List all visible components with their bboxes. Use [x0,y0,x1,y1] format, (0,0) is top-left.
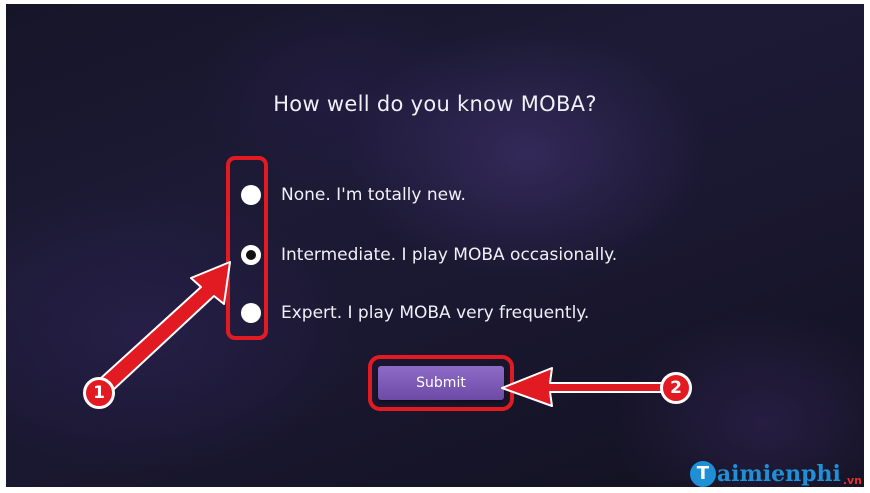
arrow-2 [501,367,665,407]
arrow-1 [100,261,231,391]
step-badge-1: 1 [83,377,115,409]
watermark-text: aimienphi [716,461,841,487]
watermark-suffix: .vn [842,474,862,487]
watermark-t-icon: T [689,461,716,487]
step-badge-2: 2 [660,372,692,404]
annotation-arrows [100,261,665,407]
watermark-logo: T aimienphi .vn [689,461,862,487]
